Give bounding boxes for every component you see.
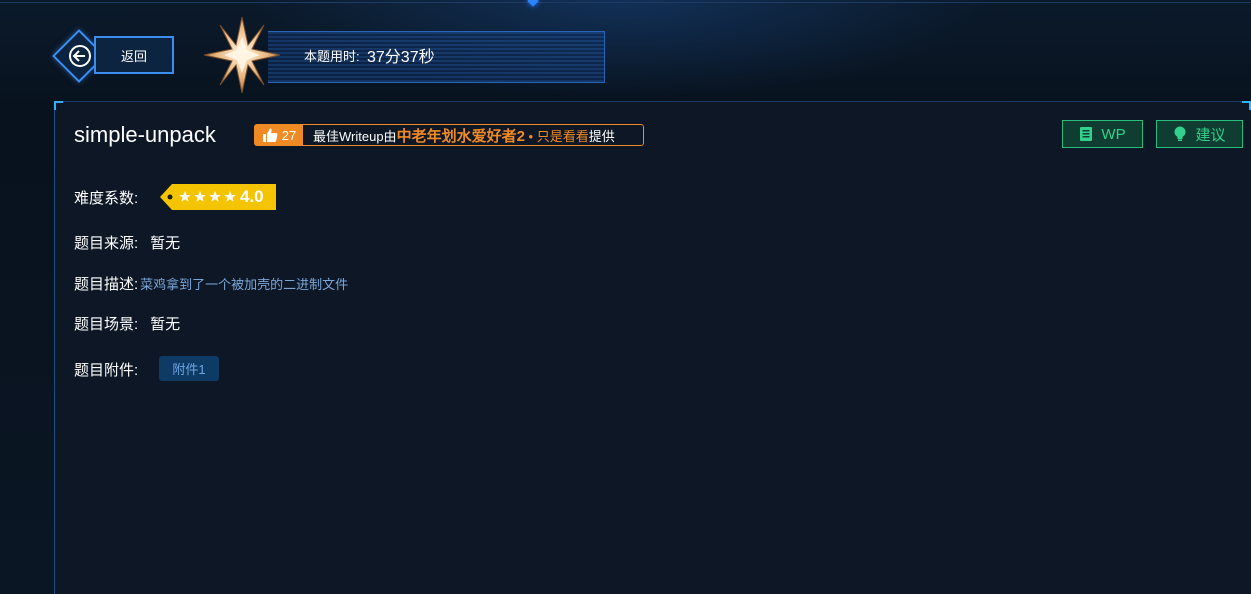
writeup-suffix: 提供 (588, 128, 615, 144)
attachments-row: 题目附件: (74, 359, 138, 380)
source-value: 暂无 (150, 235, 181, 252)
difficulty-value: 4.0 (240, 187, 264, 206)
suggest-button[interactable]: 建议 (1156, 120, 1243, 148)
suggest-label: 建议 (1195, 126, 1226, 144)
arrow-left-icon (69, 45, 91, 67)
scene-value: 暂无 (150, 316, 181, 333)
scene-label: 题目场景: (74, 316, 139, 333)
challenge-panel (54, 101, 1251, 594)
thumbs-up-icon (262, 128, 278, 142)
writeup-separator: • (528, 128, 534, 144)
like-count: 27 (281, 127, 297, 143)
back-label: 返回 (94, 36, 174, 74)
back-button[interactable]: 返回 (52, 29, 176, 83)
description-row: 题目描述: 菜鸡拿到了一个被加壳的二进制文件 (74, 273, 348, 294)
timer-label: 本题用时: (304, 49, 360, 64)
scene-row: 题目场景: 暂无 (74, 313, 180, 334)
writeup-author[interactable]: 中老年划水爱好者2 (397, 128, 525, 145)
source-row: 题目来源: 暂无 (74, 232, 180, 253)
attachments-label: 题目附件: (74, 362, 139, 379)
challenge-title: simple-unpack (74, 122, 216, 147)
lightbulb-icon (1174, 126, 1186, 141)
wp-label: WP (1101, 125, 1126, 143)
writeup-note: 只是看看 (536, 128, 589, 144)
wp-button[interactable]: WP (1062, 120, 1143, 148)
top-divider (0, 2, 1251, 3)
star-badge-icon (203, 16, 281, 94)
writeup-prefix: 最佳Writeup由 (313, 128, 397, 144)
description-value: 菜鸡拿到了一个被加壳的二进制文件 (140, 277, 349, 292)
book-icon (1080, 127, 1093, 141)
panel-corner-top-left (54, 101, 63, 110)
panel-corner-top-right (1242, 101, 1251, 110)
difficulty-row: 难度系数: (74, 187, 138, 208)
best-writeup-tag[interactable]: 27 最佳Writeup由中老年划水爱好者2 • 只是看看提供 (254, 124, 644, 146)
source-label: 题目来源: (74, 235, 139, 252)
writeup-like-count[interactable]: 27 (255, 125, 303, 145)
difficulty-label: 难度系数: (74, 190, 139, 207)
timer-value: 37分37秒 (367, 49, 435, 66)
attachment-link[interactable]: 附件1 (159, 356, 219, 381)
writeup-credit: 最佳Writeup由中老年划水爱好者2 • 只是看看提供 (313, 125, 615, 146)
description-label: 题目描述: (74, 276, 139, 293)
